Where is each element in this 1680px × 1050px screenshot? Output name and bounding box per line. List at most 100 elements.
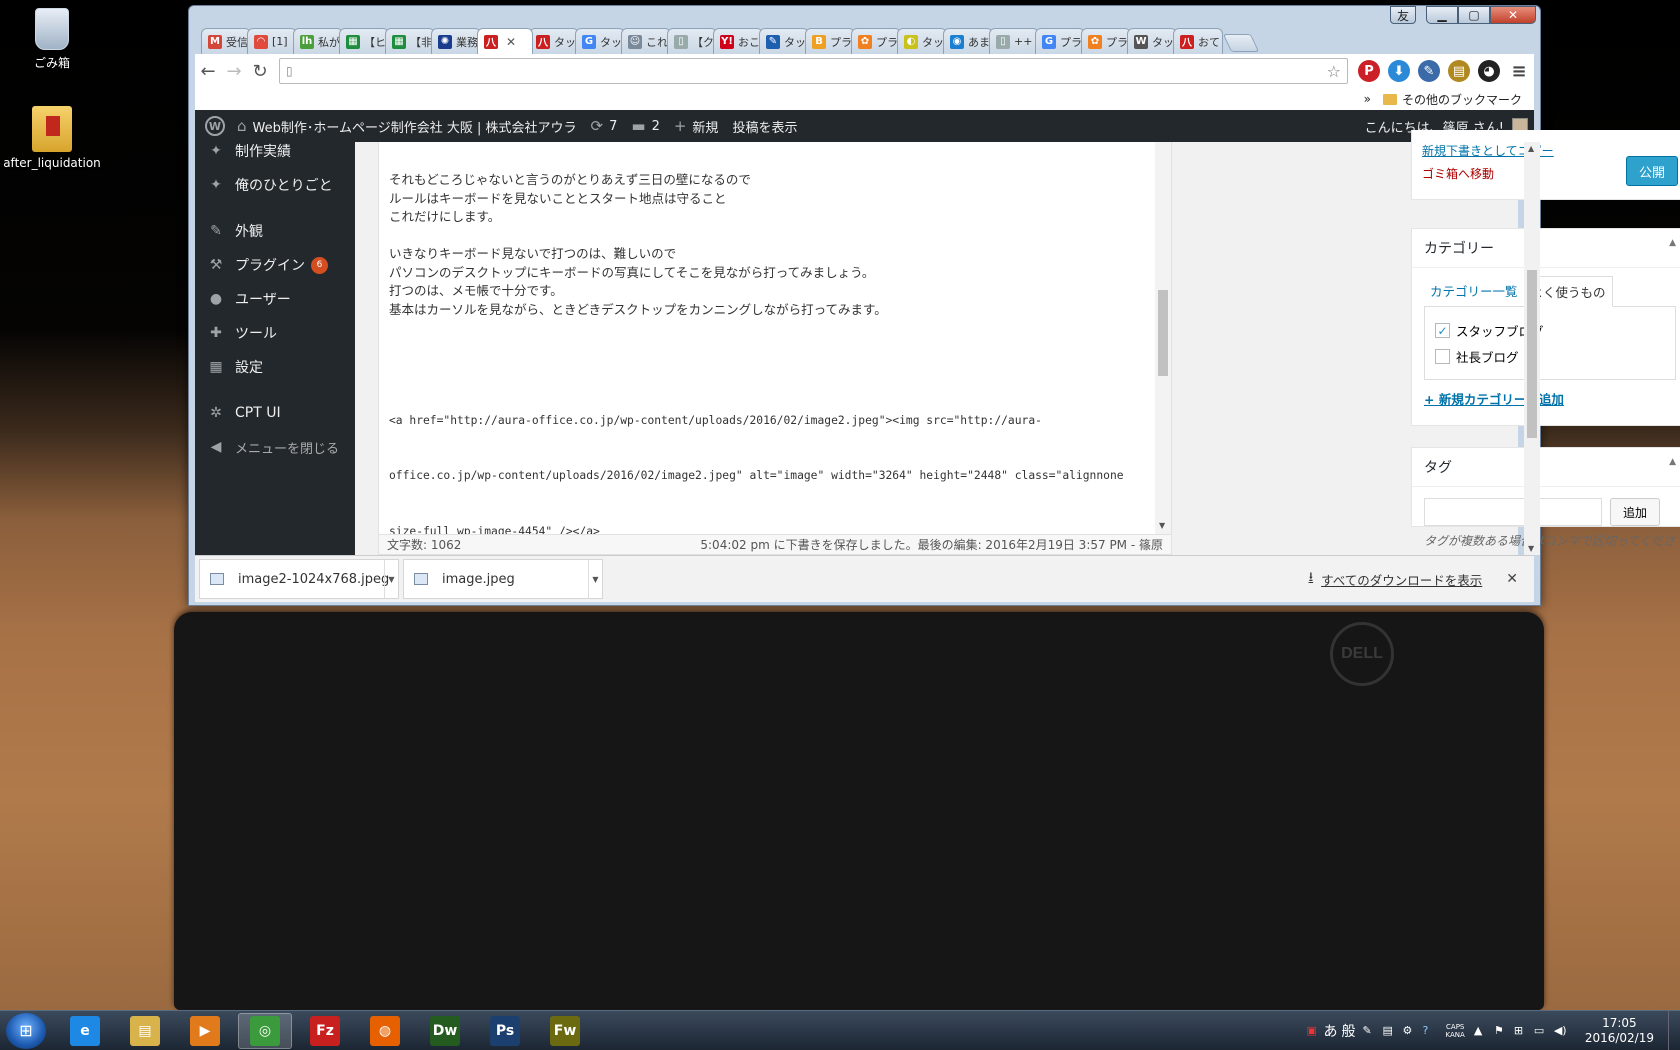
bookmarks-overflow-chevron[interactable]: » bbox=[1364, 92, 1371, 106]
menu-item-3[interactable]: ⚒ プラグイン 6 bbox=[195, 248, 355, 282]
fireworks-taskbar-button[interactable]: Fw bbox=[538, 1013, 592, 1049]
browser-tab[interactable]: ▯ ++ bbox=[989, 28, 1039, 54]
network-icon[interactable]: ▭ bbox=[1534, 1024, 1548, 1038]
wordpress-logo-icon[interactable]: W bbox=[205, 116, 225, 136]
tag-input[interactable] bbox=[1424, 498, 1602, 526]
browser-tab[interactable]: ☺ これ bbox=[621, 28, 671, 54]
url-input[interactable] bbox=[298, 63, 1327, 79]
view-post-link[interactable]: 投稿を表示 bbox=[732, 117, 797, 136]
ime-tool-icon[interactable]: ✎ bbox=[1363, 1024, 1377, 1038]
publish-button[interactable]: 公開 bbox=[1626, 156, 1678, 186]
internet-explorer-taskbar-button[interactable]: e bbox=[58, 1013, 112, 1049]
category-option[interactable]: 社長ブログ bbox=[1435, 347, 1665, 366]
pinterest-icon[interactable]: P bbox=[1358, 60, 1380, 82]
browser-tab[interactable]: ◠ [1] bbox=[247, 28, 297, 54]
close-window-button[interactable]: ✕ bbox=[1490, 6, 1536, 24]
menu-icon[interactable]: ≡ bbox=[1508, 60, 1530, 82]
download-arrow-icon[interactable]: ⬇ bbox=[1388, 60, 1410, 82]
checkbox-checked[interactable]: ✓ bbox=[1435, 323, 1450, 338]
browser-tab[interactable]: B プラ bbox=[805, 28, 855, 54]
add-new-category-link[interactable]: + 新規カテゴリーを追加 bbox=[1424, 389, 1564, 408]
forward-button[interactable]: → bbox=[221, 58, 247, 84]
download-menu-arrow-icon[interactable]: ▼ bbox=[588, 560, 602, 598]
media-player-taskbar-button[interactable]: ▶ bbox=[178, 1013, 232, 1049]
bookmark-star-icon[interactable]: ☆ bbox=[1327, 62, 1341, 81]
category-box-header[interactable]: カテゴリー ▲ bbox=[1412, 229, 1680, 268]
volume-icon[interactable]: ◀) bbox=[1554, 1024, 1568, 1038]
editor-content[interactable]: それもどころじゃないと言うのがとりあえず三日の壁になるので ルールはキーボードを見… bbox=[379, 142, 1139, 534]
filezilla-taskbar-button[interactable]: Fz bbox=[298, 1013, 352, 1049]
keyboard-ext-icon[interactable]: ▤ bbox=[1448, 60, 1470, 82]
menu-item-5[interactable]: ✚ ツール bbox=[195, 316, 355, 350]
browser-tab[interactable]: ✿ プラ bbox=[851, 28, 901, 54]
scroll-down-arrow-icon[interactable]: ▼ bbox=[1528, 544, 1534, 553]
scroll-up-arrow-icon[interactable]: ▲ bbox=[1528, 144, 1534, 153]
ime-settings-icon[interactable]: ⚙ bbox=[1403, 1024, 1417, 1038]
new-content-link[interactable]: + 新規 bbox=[674, 117, 719, 136]
ime-mode-a[interactable]: あ bbox=[1324, 1021, 1338, 1041]
minimize-button[interactable]: ▁ bbox=[1426, 6, 1458, 24]
browser-tab[interactable]: ◐ タッ bbox=[897, 28, 947, 54]
menu-item-1[interactable]: ✦ 俺のひとりごと bbox=[195, 168, 355, 202]
show-all-downloads-link[interactable]: ⭳ すべてのダウンロードを表示 bbox=[1309, 568, 1483, 590]
after-liquidation-desktop-icon[interactable]: after_liquidation bbox=[2, 106, 102, 170]
menu-item-2[interactable]: ✎ 外観 bbox=[195, 214, 355, 248]
browser-tab[interactable]: Y! おこ bbox=[713, 28, 763, 54]
browser-tab[interactable]: G タッ bbox=[575, 28, 625, 54]
text-editor[interactable]: それもどころじゃないと言うのがとりあえず三日の壁になるので ルールはキーボードを見… bbox=[378, 142, 1172, 534]
collapse-menu-button[interactable]: ◀ メニューを閉じる bbox=[195, 430, 355, 464]
comments-link[interactable]: ▬ 2 bbox=[631, 117, 659, 135]
reload-button[interactable]: ↻ bbox=[247, 58, 273, 84]
download-item[interactable]: image.jpeg ▼ bbox=[403, 559, 603, 599]
browser-tab[interactable]: ▦ 【ヒ bbox=[339, 28, 389, 54]
page-scrollbar[interactable]: ▲ ▼ bbox=[1524, 142, 1540, 555]
firefox-taskbar-button[interactable]: ◍ bbox=[358, 1013, 412, 1049]
category-option[interactable]: ✓ スタッフブログ bbox=[1435, 321, 1665, 340]
action-center-flag-icon[interactable]: ⚑ bbox=[1494, 1024, 1508, 1038]
tab-close-icon[interactable]: ✕ bbox=[506, 35, 516, 49]
new-tab-button[interactable] bbox=[1222, 34, 1260, 52]
tab-all-categories[interactable]: カテゴリー一覧 bbox=[1424, 276, 1524, 307]
updates-link[interactable]: ⟳ 7 bbox=[591, 117, 618, 135]
browser-tab[interactable]: M 受信 bbox=[201, 28, 251, 54]
profile-button[interactable]: 友 bbox=[1390, 6, 1416, 24]
back-button[interactable]: ← bbox=[195, 58, 221, 84]
browser-tab[interactable]: W タッ bbox=[1127, 28, 1177, 54]
chrome-taskbar-button[interactable]: ◎ bbox=[238, 1012, 292, 1049]
collapse-triangle-icon[interactable]: ▲ bbox=[1669, 238, 1676, 258]
ime-dictionary-icon[interactable]: ▤ bbox=[1383, 1024, 1397, 1038]
address-bar[interactable]: ▯ ☆ bbox=[279, 58, 1348, 84]
scroll-down-arrow-icon[interactable]: ▼ bbox=[1159, 521, 1165, 530]
tag-box-header[interactable]: タグ ▲ bbox=[1412, 448, 1680, 487]
tray-overflow-icon[interactable]: ▲ bbox=[1474, 1024, 1488, 1038]
menu-item-7[interactable]: ✲ CPT UI bbox=[195, 396, 355, 430]
browser-tab[interactable]: 八タッ bbox=[529, 28, 579, 54]
move-to-trash-link[interactable]: ゴミ箱へ移動 bbox=[1422, 165, 1494, 182]
maximize-button[interactable]: ▢ bbox=[1458, 6, 1490, 24]
file-explorer-taskbar-button[interactable]: ▤ bbox=[118, 1013, 172, 1049]
browser-tab[interactable]: ✿ プラ bbox=[1081, 28, 1131, 54]
download-menu-arrow-icon[interactable]: ▼ bbox=[384, 560, 398, 598]
clock[interactable]: 17:05 2016/02/19 bbox=[1585, 1016, 1654, 1046]
add-tag-button[interactable]: 追加 bbox=[1610, 498, 1660, 526]
browser-tab[interactable]: G プラ bbox=[1035, 28, 1085, 54]
browser-tab[interactable]: ▯ 【ク bbox=[667, 28, 717, 54]
browser-tab[interactable]: ◉ あま bbox=[943, 28, 993, 54]
browser-tab[interactable]: ✺ 業務 bbox=[431, 28, 481, 54]
color-wheel-icon[interactable]: ◕ bbox=[1478, 60, 1500, 82]
browser-tab[interactable]: ▦ 【非 bbox=[385, 28, 435, 54]
editor-scrollbar-thumb[interactable] bbox=[1158, 290, 1168, 376]
eyedropper-icon[interactable]: ✎ bbox=[1418, 60, 1440, 82]
browser-tab[interactable]: ✎ タッ bbox=[759, 28, 809, 54]
start-button[interactable]: ⊞ bbox=[6, 1012, 46, 1049]
browser-tab[interactable]: 八おて bbox=[1173, 28, 1223, 54]
help-icon[interactable]: ? bbox=[1423, 1024, 1437, 1038]
menu-item-0[interactable]: ✦ 制作実績 bbox=[195, 142, 355, 168]
browser-tab[interactable]: lh 私が bbox=[293, 28, 343, 54]
close-download-shelf-button[interactable]: ✕ bbox=[1506, 571, 1518, 587]
editor-scrollbar[interactable]: ▼ bbox=[1155, 142, 1171, 534]
collapse-triangle-icon[interactable]: ▲ bbox=[1669, 457, 1676, 477]
checkbox[interactable] bbox=[1435, 349, 1450, 364]
download-item[interactable]: image2-1024x768.jpeg ▼ bbox=[199, 559, 399, 599]
menu-item-4[interactable]: ● ユーザー bbox=[195, 282, 355, 316]
